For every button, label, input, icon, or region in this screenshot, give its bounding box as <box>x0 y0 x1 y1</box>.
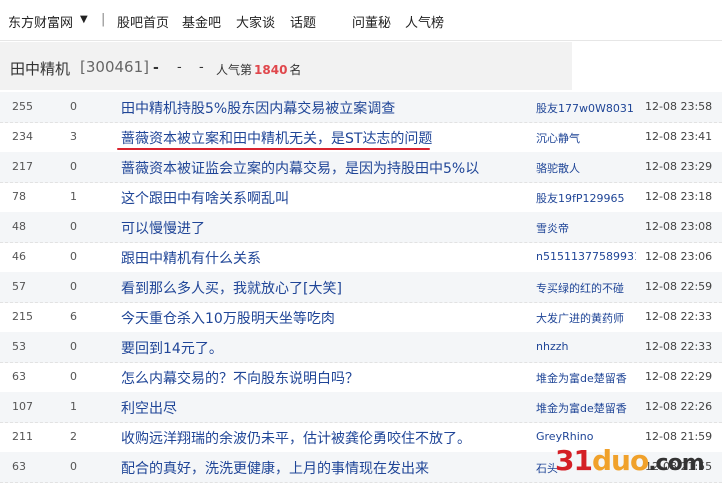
stock-header: 田中精机 [300461] - - - 人气第 1840 名 <box>0 42 572 90</box>
reply-count: 0 <box>70 220 77 233</box>
post-time: 12-08 23:18 <box>645 190 713 203</box>
post-time: 12-08 23:41 <box>645 130 713 143</box>
read-count: 48 <box>12 220 26 233</box>
nav-item-fund-bar[interactable]: 基金吧 <box>182 12 221 31</box>
author-link[interactable]: GreyRhino <box>536 430 593 443</box>
author-link[interactable]: 沉心静气 <box>536 130 580 146</box>
reply-count: 3 <box>70 130 77 143</box>
read-count: 234 <box>12 130 33 143</box>
table-row: 107 1 利空出尽 堆金为富de楚留香 12-08 22:26 <box>0 392 722 423</box>
reply-count: 1 <box>70 190 77 203</box>
table-row: 215 6 今天重仓杀入10万股明天坐等吃肉 大发广进的黄药师 12-08 22… <box>0 302 722 333</box>
post-time: 12-08 23:29 <box>645 160 713 173</box>
nav-item-popularity[interactable]: 人气榜 <box>405 12 444 31</box>
read-count: 63 <box>12 460 26 473</box>
read-count: 211 <box>12 430 33 443</box>
author-link[interactable]: 股友19fP129965 <box>536 190 625 206</box>
read-count: 215 <box>12 310 33 323</box>
post-time: 12-08 22:29 <box>645 370 713 383</box>
popularity-rank: 人气第 1840 名 <box>216 61 301 78</box>
post-title-link[interactable]: 田中精机持股5%股东因内幕交易被立案调查 <box>121 98 395 118</box>
reply-count: 0 <box>70 250 77 263</box>
post-time: 12-08 22:33 <box>645 310 713 323</box>
table-row: 63 0 怎么内幕交易的？不向股东说明白吗？ 堆金为富de楚留香 12-08 2… <box>0 362 722 393</box>
table-row: 255 0 田中精机持股5%股东因内幕交易被立案调查 股友177w0W8031 … <box>0 92 722 123</box>
reply-count: 0 <box>70 460 77 473</box>
post-title-link[interactable]: 蔷薇资本被证监会立案的内幕交易，是因为持股田中5%以 <box>121 158 479 178</box>
reply-count: 6 <box>70 310 77 323</box>
post-title-link[interactable]: 可以慢慢进了 <box>121 218 205 238</box>
read-count: 78 <box>12 190 26 203</box>
top-navigation: 东方财富网 ▼ | 股吧首页 基金吧 大家谈 话题 问董秘 人气榜 <box>0 0 722 41</box>
author-link[interactable]: 专买绿的红的不碰 <box>536 280 624 296</box>
post-time: 12-08 23:06 <box>645 250 713 263</box>
table-row: 78 1 这个跟田中有啥关系啊乱叫 股友19fP129965 12-08 23:… <box>0 182 722 213</box>
table-row: 217 0 蔷薇资本被证监会立案的内幕交易，是因为持股田中5%以 骆驼散人 12… <box>0 152 722 183</box>
author-link[interactable]: nhzzh <box>536 340 568 353</box>
reply-count: 0 <box>70 160 77 173</box>
stock-change: - <box>177 60 182 75</box>
post-time: 12-08 23:58 <box>645 100 713 113</box>
chevron-down-icon[interactable]: ▼ <box>80 14 88 25</box>
table-row: 46 0 跟田中精机有什么关系 n515113775899314 12-08 2… <box>0 242 722 273</box>
nav-item-topics[interactable]: 话题 <box>290 12 316 31</box>
read-count: 46 <box>12 250 26 263</box>
post-title-link[interactable]: 跟田中精机有什么关系 <box>121 248 261 268</box>
rank-prefix: 人气第 <box>216 63 253 77</box>
post-title-link[interactable]: 今天重仓杀入10万股明天坐等吃肉 <box>121 308 335 328</box>
read-count: 255 <box>12 100 33 113</box>
watermark-part-c: .com <box>648 451 704 476</box>
post-title-link[interactable]: 利空出尽 <box>121 398 177 418</box>
author-link[interactable]: 骆驼散人 <box>536 160 580 176</box>
read-count: 107 <box>12 400 33 413</box>
author-link[interactable]: n515113775899314 <box>536 250 636 263</box>
reply-count: 0 <box>70 370 77 383</box>
red-highlight-underline <box>117 148 430 150</box>
watermark-logo: 31duo.com <box>555 444 705 477</box>
table-row: 57 0 看到那么多人买，我就放心了[大笑] 专买绿的红的不碰 12-08 22… <box>0 272 722 303</box>
read-count: 63 <box>12 370 26 383</box>
author-link[interactable]: 堆金为富de楚留香 <box>536 400 627 416</box>
stock-price: - <box>153 60 159 76</box>
author-link[interactable]: 雪炎帝 <box>536 220 569 236</box>
nav-item-ask-secretary[interactable]: 问董秘 <box>352 12 391 31</box>
reply-count: 0 <box>70 280 77 293</box>
reply-count: 1 <box>70 400 77 413</box>
rank-number: 1840 <box>254 63 288 77</box>
read-count: 57 <box>12 280 26 293</box>
post-time: 12-08 21:59 <box>645 430 713 443</box>
read-count: 217 <box>12 160 33 173</box>
nav-separator: | <box>101 12 106 27</box>
stock-name[interactable]: 田中精机 <box>10 58 70 79</box>
reply-count: 2 <box>70 430 77 443</box>
reply-count: 0 <box>70 100 77 113</box>
table-row: 53 0 要回到14元了。 nhzzh 12-08 22:33 <box>0 332 722 363</box>
post-time: 12-08 22:33 <box>645 340 713 353</box>
author-link[interactable]: 堆金为富de楚留香 <box>536 370 627 386</box>
post-time: 12-08 22:59 <box>645 280 713 293</box>
post-title-link[interactable]: 要回到14元了。 <box>121 338 223 358</box>
table-row: 48 0 可以慢慢进了 雪炎帝 12-08 23:08 <box>0 212 722 243</box>
read-count: 53 <box>12 340 26 353</box>
rank-suffix: 名 <box>289 63 302 77</box>
post-time: 12-08 22:26 <box>645 400 713 413</box>
reply-count: 0 <box>70 340 77 353</box>
post-title-link[interactable]: 配合的真好，洗洗更健康，上月的事情现在发出来 <box>121 458 429 478</box>
nav-item-discussion[interactable]: 大家谈 <box>236 12 275 31</box>
brand-link[interactable]: 东方财富网 <box>8 12 73 31</box>
stock-code: [300461] <box>80 58 149 76</box>
post-title-link[interactable]: 这个跟田中有啥关系啊乱叫 <box>121 188 289 208</box>
post-title-link[interactable]: 怎么内幕交易的？不向股东说明白吗？ <box>121 368 359 388</box>
stock-percent: - <box>199 60 204 75</box>
post-title-link[interactable]: 收购远洋翔瑞的余波仍未平，估计被龚伦勇咬住不放了。 <box>121 428 471 448</box>
watermark-part-b: duo <box>591 444 649 477</box>
nav-item-guba-home[interactable]: 股吧首页 <box>117 12 169 31</box>
post-time: 12-08 23:08 <box>645 220 713 233</box>
author-link[interactable]: 股友177w0W8031 <box>536 100 634 116</box>
post-title-link[interactable]: 蔷薇资本被立案和田中精机无关，是ST达志的问题 <box>121 128 432 148</box>
author-link[interactable]: 大发广进的黄药师 <box>536 310 624 326</box>
post-title-link[interactable]: 看到那么多人买，我就放心了[大笑] <box>121 278 342 298</box>
watermark-part-a: 31 <box>555 444 593 477</box>
